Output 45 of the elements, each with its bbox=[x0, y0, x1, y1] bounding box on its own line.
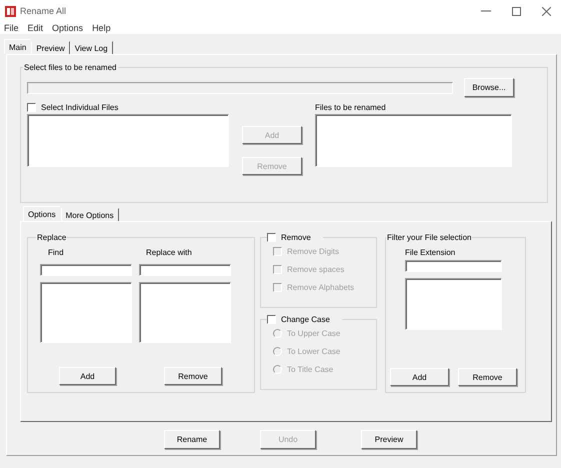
menu-item[interactable]: Options bbox=[52, 23, 84, 33]
browse-button[interactable]: Browse... bbox=[464, 78, 514, 97]
field-label: Find bbox=[48, 248, 65, 257]
checkbox[interactable] bbox=[267, 233, 276, 242]
remove-button[interactable]: Remove bbox=[164, 367, 222, 385]
checkbox[interactable] bbox=[267, 315, 276, 324]
tab[interactable]: View Log bbox=[70, 41, 113, 54]
action-button[interactable]: Rename bbox=[164, 430, 220, 449]
replace-field[interactable] bbox=[139, 264, 231, 276]
tab[interactable]: Preview bbox=[31, 41, 70, 54]
extension-list[interactable] bbox=[405, 278, 502, 330]
add-button[interactable]: Add bbox=[59, 367, 116, 385]
add-button[interactable]: Add bbox=[390, 368, 449, 386]
checkbox-label: Remove Digits bbox=[287, 247, 340, 256]
checkbox-label: Remove bbox=[281, 233, 311, 242]
tab[interactable]: Main bbox=[4, 39, 32, 54]
tab[interactable]: Options bbox=[23, 206, 61, 221]
file-list[interactable] bbox=[27, 114, 229, 167]
remove-button[interactable]: Remove bbox=[458, 368, 517, 386]
checkbox-label: Remove spaces bbox=[287, 265, 344, 274]
replace-list[interactable] bbox=[139, 282, 231, 343]
menu-item[interactable]: Help bbox=[92, 23, 111, 33]
extension-field[interactable] bbox=[405, 260, 502, 272]
app-icon bbox=[5, 6, 16, 16]
menu-item[interactable]: File bbox=[4, 23, 19, 33]
list-label: Files to be renamed bbox=[315, 103, 387, 112]
action-button[interactable]: Preview bbox=[361, 430, 417, 449]
find-field[interactable] bbox=[40, 264, 132, 276]
group-title: Select files to be renamed bbox=[23, 63, 118, 72]
checkbox-label: Select Individual Files bbox=[41, 103, 118, 112]
radio-label: To Title Case bbox=[287, 365, 334, 374]
field-label: Replace with bbox=[146, 248, 192, 257]
checkbox-label: Remove Alphabets bbox=[287, 283, 354, 292]
checkbox-label: Change Case bbox=[281, 315, 330, 324]
radio-label: To Lower Case bbox=[287, 347, 340, 356]
find-list[interactable] bbox=[40, 282, 132, 343]
tab[interactable]: More Options bbox=[60, 208, 119, 221]
menu-item[interactable]: Edit bbox=[28, 23, 44, 33]
checkbox[interactable] bbox=[27, 103, 36, 112]
group-title: Filter your File selection bbox=[386, 233, 472, 242]
window-title: Rename All bbox=[20, 6, 66, 16]
radio-label: To Upper Case bbox=[287, 329, 340, 338]
group-title: Replace bbox=[36, 233, 68, 242]
file-list[interactable] bbox=[315, 114, 512, 167]
field-label: File Extension bbox=[405, 248, 456, 257]
